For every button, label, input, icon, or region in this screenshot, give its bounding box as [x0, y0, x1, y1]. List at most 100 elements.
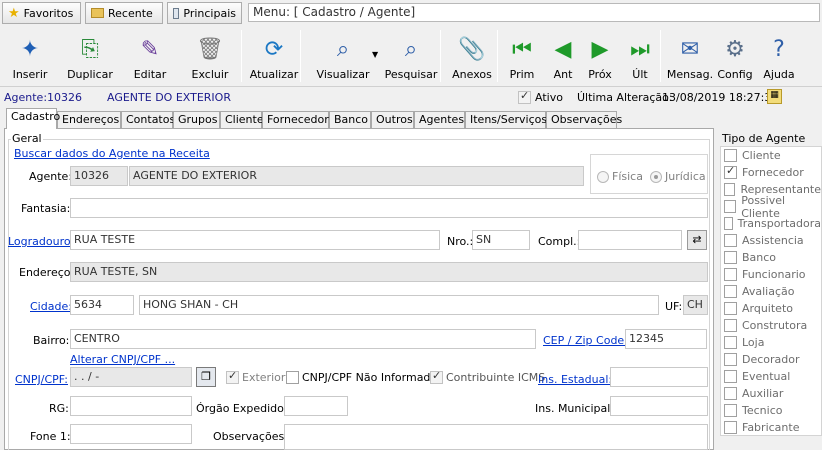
tipo-agente-checkbox[interactable]: [724, 149, 737, 162]
exterior-checkbox[interactable]: Exterior: [226, 369, 286, 384]
tipo-agente-checkbox[interactable]: [724, 217, 733, 230]
tab-grupos[interactable]: Grupos: [173, 111, 220, 128]
cidade-link[interactable]: Cidade:: [30, 300, 72, 313]
ins-estadual-link[interactable]: Ins. Estadual:: [538, 373, 612, 386]
tipo-agente-checkbox[interactable]: [724, 302, 737, 315]
endereco-field[interactable]: RUA TESTE, SN: [70, 262, 708, 282]
tipo-agente-item[interactable]: Loja: [721, 334, 821, 351]
toolbar-duplicar-button[interactable]: ⎘ Duplicar: [63, 28, 117, 84]
tab-fornecedor[interactable]: Fornecedor: [262, 111, 329, 128]
visualizar-dropdown-icon[interactable]: ▼: [372, 50, 378, 59]
juridica-radio[interactable]: Jurídica: [650, 170, 706, 183]
logradouro-link[interactable]: Logradouro:: [8, 235, 74, 248]
toolbar--lt-button[interactable]: ⏭ Últ: [622, 28, 658, 84]
address-lookup-icon[interactable]: ⇄: [687, 230, 707, 250]
tab-banco[interactable]: Banco: [329, 111, 371, 128]
toolbar-visualizar-button[interactable]: ⌕ Visualizar: [308, 28, 378, 84]
bairro-field[interactable]: CENTRO: [70, 329, 536, 349]
observacoes-field[interactable]: [284, 424, 708, 450]
tipo-agente-item[interactable]: Banco: [721, 249, 821, 266]
principais-button[interactable]: Principais: [167, 2, 242, 24]
toolbar-atualizar-button[interactable]: ⟳ Atualizar: [248, 28, 300, 84]
tipo-agente-item[interactable]: Possivel Cliente: [721, 194, 821, 220]
tipo-agente-checkbox[interactable]: [724, 336, 737, 349]
tipo-agente-checkbox[interactable]: [724, 183, 736, 196]
agente-name-field[interactable]: AGENTE DO EXTERIOR: [129, 166, 584, 186]
tab-itens-servicos[interactable]: Itens/Serviços: [465, 111, 547, 128]
tipo-agente-item[interactable]: Construtora: [721, 317, 821, 334]
tipo-agente-item[interactable]: Fabricante: [721, 419, 821, 436]
cnpj-link[interactable]: CNPJ/CPF:: [15, 373, 68, 386]
tipo-agente-checkbox[interactable]: [724, 285, 737, 298]
tipo-agente-checkbox[interactable]: [724, 164, 737, 179]
tipo-agente-item[interactable]: Funcionario: [721, 266, 821, 283]
tipo-agente-item[interactable]: Arquiteto: [721, 300, 821, 317]
tipo-agente-checkbox[interactable]: [724, 353, 737, 366]
exterior-label: Exterior: [242, 371, 286, 384]
tipo-agente-label: Transportadora: [737, 217, 821, 230]
toolbar-mensag--button[interactable]: ✉ Mensag.: [667, 28, 713, 84]
favoritos-button[interactable]: ★ Favoritos: [2, 2, 81, 24]
buscar-receita-link[interactable]: Buscar dados do Agente na Receita: [14, 147, 210, 160]
agente-code-field[interactable]: 10326: [70, 166, 128, 186]
fantasia-field[interactable]: [70, 198, 708, 218]
copy-icon[interactable]: ❐: [196, 367, 216, 387]
tab-cliente[interactable]: Cliente: [220, 111, 264, 128]
cnpj-nao-informado-checkbox[interactable]: CNPJ/CPF Não Informado: [286, 371, 437, 384]
tipo-agente-item[interactable]: Assistencia: [721, 232, 821, 249]
tipo-agente-item[interactable]: Decorador: [721, 351, 821, 368]
toolbar-ajuda-button[interactable]: ? Ajuda: [760, 28, 798, 84]
ativo-checkbox[interactable]: Ativo: [518, 89, 563, 104]
fisica-radio[interactable]: Física: [597, 170, 643, 183]
ins-municipal-field[interactable]: [610, 396, 708, 416]
cep-field[interactable]: 12345: [625, 329, 707, 349]
logradouro-field[interactable]: RUA TESTE: [70, 230, 440, 250]
tipo-agente-checkbox[interactable]: [724, 319, 737, 332]
ins-estadual-field[interactable]: [610, 367, 708, 387]
tipo-agente-item[interactable]: Auxiliar: [721, 385, 821, 402]
tab-agentes[interactable]: Agentes: [414, 111, 465, 128]
tab-contatos[interactable]: Contatos: [121, 111, 175, 128]
toolbar-ant-button[interactable]: ◀ Ant: [546, 28, 580, 84]
calendar-icon[interactable]: ▦: [767, 89, 782, 104]
toolbar-prim-button[interactable]: ⏮ Prim: [504, 28, 540, 84]
uf-field[interactable]: CH: [683, 295, 708, 315]
tipo-agente-checkbox[interactable]: [724, 251, 737, 264]
toolbar-pesquisar-button[interactable]: ⌕ Pesquisar: [383, 28, 439, 84]
tipo-agente-item[interactable]: Transportadora: [721, 215, 821, 232]
tab-enderecos[interactable]: Endereços: [57, 111, 121, 128]
tipo-agente-checkbox[interactable]: [724, 268, 737, 281]
tipo-agente-checkbox[interactable]: [724, 370, 737, 383]
alterar-cnpj-link[interactable]: Alterar CNPJ/CPF ...: [70, 353, 175, 366]
cidade-code-field[interactable]: 5634: [70, 295, 134, 315]
toolbar-editar-button[interactable]: ✎ Editar: [123, 28, 177, 84]
cidade-name-field[interactable]: HONG SHAN - CH: [139, 295, 659, 315]
tipo-agente-checkbox[interactable]: [724, 200, 737, 213]
cnpj-field[interactable]: . . / -: [70, 367, 192, 387]
orgao-field[interactable]: [284, 396, 348, 416]
toolbar-excluir-button[interactable]: 🗑 Excluir: [183, 28, 237, 84]
toolbar-pr-x-button[interactable]: ▶ Próx: [584, 28, 616, 84]
tipo-agente-checkbox[interactable]: [724, 404, 737, 417]
tipo-agente-item[interactable]: Eventual: [721, 368, 821, 385]
tipo-agente-item[interactable]: Tecnico: [721, 402, 821, 419]
toolbar-anexos-button[interactable]: 📎 Anexos: [446, 28, 498, 84]
nro-field[interactable]: SN: [472, 230, 530, 250]
tab-observacoes[interactable]: Observações: [546, 111, 622, 128]
tab-outros[interactable]: Outros: [371, 111, 414, 128]
contribuinte-icms-checkbox[interactable]: Contribuinte ICMS: [430, 369, 545, 384]
tipo-agente-checkbox[interactable]: [724, 234, 737, 247]
toolbar-config-button[interactable]: ⚙ Config: [716, 28, 754, 84]
cep-link[interactable]: CEP / Zip Code:: [543, 334, 628, 347]
tipo-agente-checkbox[interactable]: [724, 387, 737, 400]
fone-field[interactable]: [70, 424, 192, 444]
tab-cadastro[interactable]: Cadastro: [6, 108, 60, 129]
tipo-agente-checkbox[interactable]: [724, 421, 737, 434]
compl-field[interactable]: [578, 230, 682, 250]
tipo-agente-item[interactable]: Cliente: [721, 147, 821, 164]
rg-field[interactable]: [70, 396, 192, 416]
tipo-agente-item[interactable]: Fornecedor: [721, 164, 821, 181]
tipo-agente-item[interactable]: Avaliação: [721, 283, 821, 300]
toolbar-inserir-button[interactable]: ✦ Inserir: [3, 28, 57, 84]
recente-button[interactable]: Recente: [85, 2, 163, 24]
